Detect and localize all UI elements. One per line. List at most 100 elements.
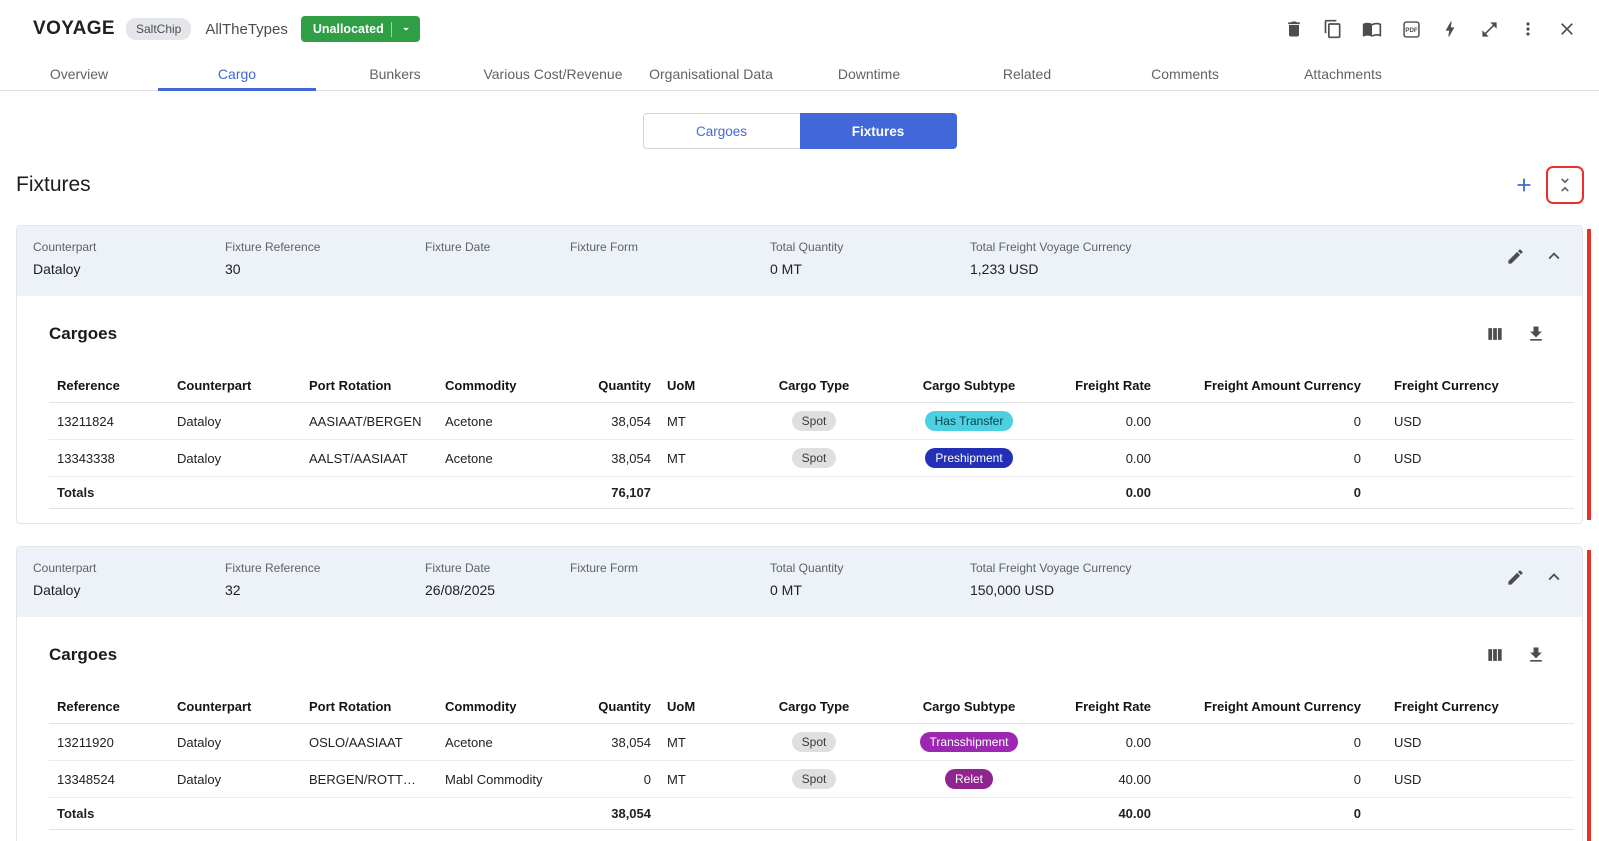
tab-overview[interactable]: Overview [0,58,158,90]
voyage-name: AllTheTypes [205,21,288,38]
kebab-menu-icon [1518,19,1538,39]
pdf-icon: PDF [1401,19,1422,40]
tab-organisational-data[interactable]: Organisational Data [632,58,790,90]
page-title: VOYAGE [33,18,115,40]
voyage-header: VOYAGE SaltChip AllTheTypes Unallocated … [0,0,1599,58]
download-button[interactable] [1524,322,1548,346]
cell-freight-amount-currency: 0 [1159,403,1369,440]
chevron-up-icon [1543,566,1565,588]
cargoes-title: Cargoes [49,645,117,665]
status-dropdown[interactable]: Unallocated [301,16,420,42]
pencil-icon [1506,247,1525,266]
cell-freight-amount-currency: 0 [1159,440,1369,477]
cell-cargo-type: Spot [749,761,879,798]
cell-uom: MT [659,761,749,798]
col-reference: Reference [49,689,169,724]
collapse-fixture-button[interactable] [1542,565,1566,589]
cell-freight-amount-currency: 0 [1159,724,1369,761]
cell-cargo-subtype: Transshipment [879,724,1059,761]
cargo-subtype-chip: Has Transfer [925,411,1014,431]
cell-freight-amount-currency: 0 [1159,761,1369,798]
tab-downtime[interactable]: Downtime [790,58,948,90]
edit-fixture-button[interactable] [1503,565,1527,589]
cell-commodity: Acetone [437,440,577,477]
tab-comments[interactable]: Comments [1106,58,1264,90]
cell-cargo-subtype: Preshipment [879,440,1059,477]
cell-counterpart: Dataloy [169,403,301,440]
table-row[interactable]: 13211920 Dataloy OSLO/AASIAAT Acetone 38… [49,724,1574,761]
download-icon [1526,645,1546,665]
table-row[interactable]: 13343338 Dataloy AALST/AASIAAT Acetone 3… [49,440,1574,477]
cell-counterpart: Dataloy [169,724,301,761]
cargo-type-chip: Spot [792,448,837,468]
table-header-row: Reference Counterpart Port Rotation Comm… [49,368,1574,403]
cell-freight-rate: 0.00 [1059,403,1159,440]
cell-commodity: Acetone [437,403,577,440]
fixtures-title: Fixtures [16,173,91,197]
totals-row: Totals 38,054 40.00 0 [49,798,1574,830]
table-row[interactable]: 13348524 Dataloy BERGEN/ROTT… Mabl Commo… [49,761,1574,798]
tab-bunkers[interactable]: Bunkers [316,58,474,90]
cargo-type-chip: Spot [792,411,837,431]
cell-uom: MT [659,440,749,477]
annotation-line [1587,229,1591,520]
chevron-down-icon [399,22,413,36]
cell-quantity: 38,054 [577,403,659,440]
tab-related[interactable]: Related [948,58,1106,90]
cargoes-panel: Cargoes Reference Counterpart Port Rotat… [17,617,1582,841]
cell-quantity: 38,054 [577,724,659,761]
collapse-fixture-button[interactable] [1542,244,1566,268]
field-value-total-freight: 1,233 USD [970,261,1503,278]
cell-quantity: 0 [577,761,659,798]
col-cargo-subtype: Cargo Subtype [879,689,1059,724]
table-header-row: Reference Counterpart Port Rotation Comm… [49,689,1574,724]
field-value-fixture-date [425,261,570,278]
tab-various-cost-revenue[interactable]: Various Cost/Revenue [474,58,632,90]
col-freight-currency: Freight Currency [1369,689,1574,724]
toggle-cargoes[interactable]: Cargoes [643,113,800,149]
cargo-table: Reference Counterpart Port Rotation Comm… [49,368,1574,509]
field-value-fixture-reference: 30 [225,261,425,278]
close-button[interactable] [1555,17,1579,41]
expand-icon [1480,20,1499,39]
copy-icon [1323,19,1343,39]
tab-attachments[interactable]: Attachments [1264,58,1422,90]
cell-port-rotation: AASIAAT/BERGEN [301,403,437,440]
cargoes-title: Cargoes [49,324,117,344]
annotation-line [1587,550,1591,841]
col-port-rotation: Port Rotation [301,689,437,724]
delete-button[interactable] [1282,17,1306,41]
unfold-less-icon [1555,175,1575,195]
column-settings-button[interactable] [1483,643,1507,667]
field-value-fixture-form [570,582,770,599]
ledger-button[interactable] [1360,17,1384,41]
download-button[interactable] [1524,643,1548,667]
field-label-fixture-form: Fixture Form [570,561,770,575]
col-counterpart: Counterpart [169,689,301,724]
download-icon [1526,324,1546,344]
flash-icon [1440,19,1460,39]
field-label-fixture-reference: Fixture Reference [225,561,425,575]
flash-button[interactable] [1438,17,1462,41]
cell-reference: 13348524 [49,761,169,798]
toggle-fixtures[interactable]: Fixtures [800,113,957,149]
column-settings-button[interactable] [1483,322,1507,346]
tab-cargo[interactable]: Cargo [158,58,316,90]
add-fixture-button[interactable] [1512,173,1536,197]
cargo-subtype-chip: Preshipment [925,448,1012,468]
edit-fixture-button[interactable] [1503,244,1527,268]
collapse-all-button[interactable] [1553,173,1577,197]
more-menu-button[interactable] [1516,17,1540,41]
saltchip-badge: SaltChip [126,18,191,40]
pdf-export-button[interactable]: PDF [1399,17,1423,41]
totals-freight-amount-currency: 0 [1159,477,1369,509]
col-freight-rate: Freight Rate [1059,689,1159,724]
copy-button[interactable] [1321,17,1345,41]
chevron-up-icon [1543,245,1565,267]
fullscreen-button[interactable] [1477,17,1501,41]
field-value-total-freight: 150,000 USD [970,582,1503,599]
col-reference: Reference [49,368,169,403]
table-row[interactable]: 13211824 Dataloy AASIAAT/BERGEN Acetone … [49,403,1574,440]
cargo-type-chip: Spot [792,732,837,752]
close-icon [1557,19,1577,39]
